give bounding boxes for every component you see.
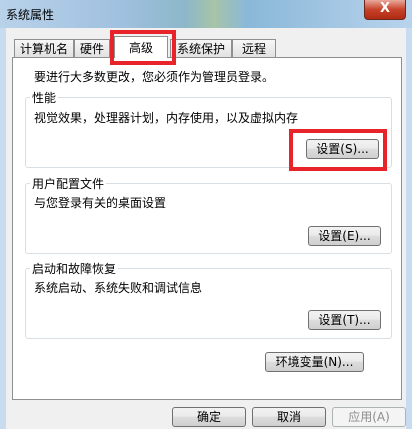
dialog-client-area: 计算机名 硬件 高级 系统保护 远程 要进行大多数更改，您必须作为管理员登录。 … [6,28,406,429]
close-button[interactable]: X [364,0,406,20]
cancel-button[interactable]: 取消 [252,407,326,427]
tab-remote[interactable]: 远程 [232,39,276,57]
startup-recovery-description: 系统启动、系统失败和调试信息 [34,281,203,295]
user-profiles-settings-button[interactable]: 设置(E)... [308,226,381,246]
performance-group-title: 性能 [32,91,57,105]
window-border-right [406,28,412,429]
tab-advanced[interactable]: 高级 [114,36,168,58]
admin-notice: 要进行大多数更改，您必须作为管理员登录。 [34,70,275,84]
close-icon: X [379,1,391,16]
ok-button[interactable]: 确定 [172,407,246,427]
performance-settings-button[interactable]: 设置(S)... [306,139,379,159]
environment-variables-button[interactable]: 环境变量(N)... [265,352,364,372]
user-profiles-description: 与您登录有关的桌面设置 [34,196,167,210]
tab-system-protection[interactable]: 系统保护 [170,39,232,57]
user-profiles-group-title: 用户配置文件 [32,177,105,191]
window-title: 系统属性 [6,8,55,22]
startup-recovery-settings-button[interactable]: 设置(T)... [308,310,381,330]
startup-recovery-group-title: 启动和故障恢复 [32,262,117,276]
apply-button[interactable]: 应用(A) [332,407,406,427]
tab-computer-name[interactable]: 计算机名 [14,39,74,57]
performance-description: 视觉效果，处理器计划，内存使用，以及虚拟内存 [34,111,299,125]
title-bar[interactable]: 系统属性 X [0,0,412,29]
tab-hardware[interactable]: 硬件 [74,39,110,57]
